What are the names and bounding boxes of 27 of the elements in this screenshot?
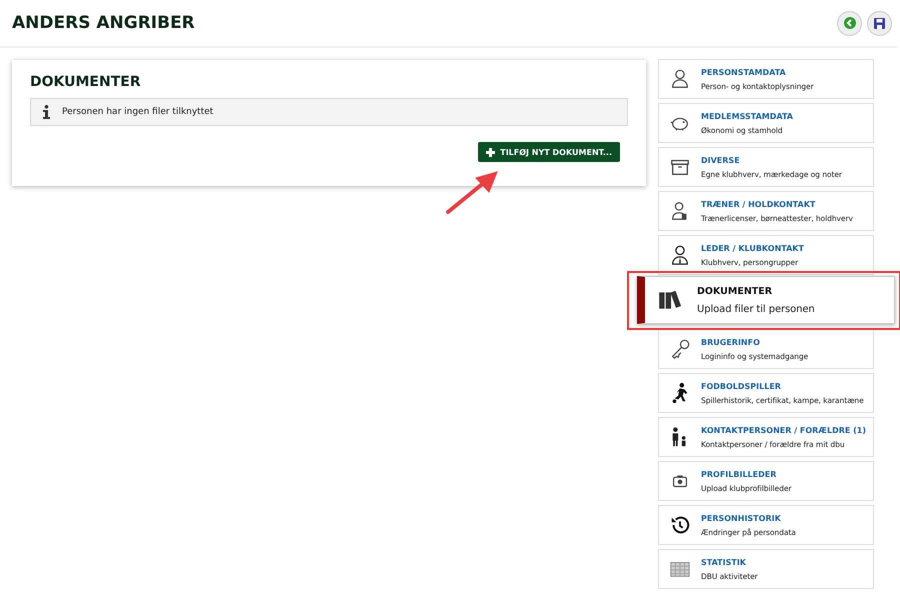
section-heading: DOKUMENTER	[30, 74, 142, 90]
nav-title: LEDER / KLUBKONTAKT	[701, 244, 804, 252]
info-text: Personen har ingen filer tilknyttet	[62, 107, 214, 117]
save-icon	[874, 18, 885, 28]
nav-subtitle: Upload filer til personen	[697, 304, 815, 314]
back-button[interactable]	[837, 10, 862, 36]
nav-title: KONTAKTPERSONER / FORÆLDRE (1)	[701, 426, 866, 434]
nav-icon	[669, 244, 691, 266]
add-document-button[interactable]: TILFØJ NYT DOKUMENT...	[478, 142, 620, 162]
nav-title: PERSONSTAMDATA	[701, 68, 787, 76]
page-title: ANDERS ANGRIBER	[12, 13, 195, 33]
nav-title: BRUGERINFO	[701, 338, 761, 346]
plus-icon	[486, 148, 496, 156]
nav-icon	[669, 68, 691, 90]
nav-title: STATISTIK	[701, 558, 747, 566]
nav-icon	[669, 514, 691, 536]
nav-title: MEDLEMSSTAMDATA	[701, 112, 793, 120]
info-icon	[43, 105, 50, 119]
nav-title: PERSONHISTORIK	[701, 514, 782, 522]
nav-title: FODBOLDSPILLER	[701, 382, 782, 390]
nav-item[interactable]: DOKUMENTER Upload filer til personen	[637, 276, 895, 324]
nav-title: DOKUMENTER	[697, 286, 774, 296]
nav-icon	[669, 338, 691, 360]
nav-title: TRÆNER / HOLDKONTAKT	[701, 200, 816, 208]
nav-title: DIVERSE	[701, 156, 741, 164]
nav-title: PROFILBILLEDER	[701, 470, 778, 478]
save-button[interactable]	[867, 10, 892, 36]
